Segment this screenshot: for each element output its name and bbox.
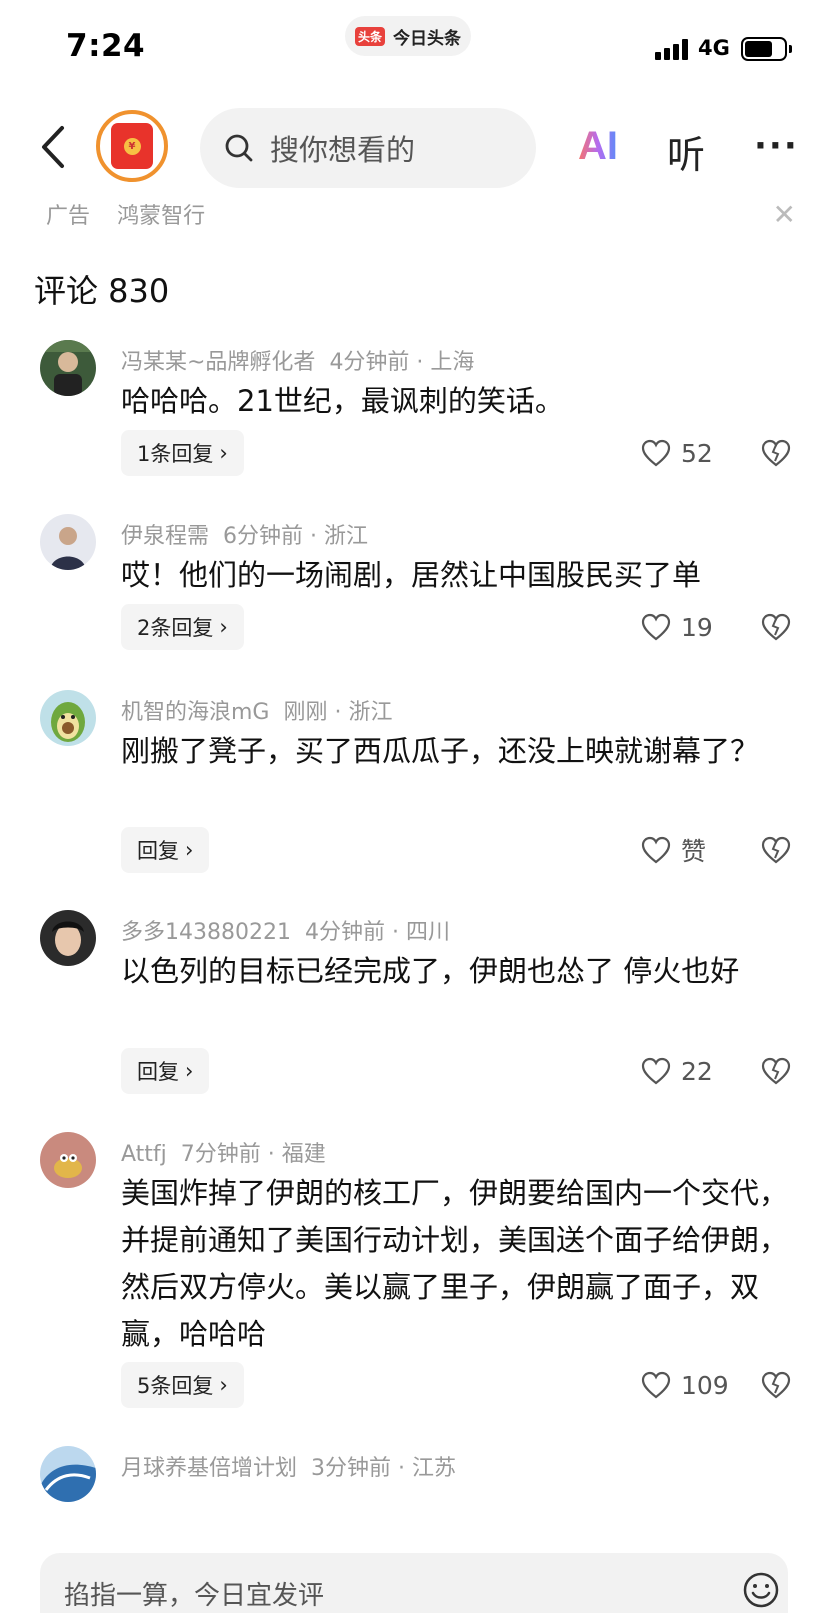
- app-name: 今日头条: [393, 28, 461, 49]
- broken-heart-icon: [761, 1057, 791, 1085]
- search-icon: [225, 134, 253, 162]
- chevron-left-icon: [42, 126, 64, 168]
- like-button[interactable]: 22: [641, 1048, 713, 1094]
- comment-username[interactable]: 伊泉程需: [121, 524, 209, 549]
- comment-meta: Attfj 7分钟前 · 福建: [121, 1136, 326, 1168]
- reply-label: 1条回复: [137, 442, 214, 466]
- comment-text: 以色列的目标已经完成了，伊朗也怂了 停火也好: [121, 954, 740, 988]
- view-replies-button[interactable]: 5条回复 ›: [121, 1362, 244, 1408]
- comments-count-title: 评论 830: [34, 272, 170, 310]
- chevron-right-icon: ›: [219, 1373, 228, 1397]
- heart-icon: [641, 1057, 671, 1085]
- like-button[interactable]: 19: [641, 604, 713, 650]
- avatar[interactable]: [40, 1446, 96, 1502]
- heart-icon: [641, 439, 671, 467]
- broken-heart-icon: [761, 1371, 791, 1399]
- dislike-button[interactable]: [761, 430, 791, 476]
- top-navigation: ¥ 搜你想看的 AI 听 ···: [0, 100, 828, 196]
- emoji-icon[interactable]: [742, 1571, 780, 1609]
- like-count: 19: [681, 612, 713, 642]
- comment-meta: 冯某某~品牌孵化者 4分钟前 · 上海: [121, 344, 474, 376]
- dislike-button[interactable]: [761, 1362, 791, 1408]
- avatar[interactable]: [40, 1132, 96, 1188]
- ad-advertiser: 鸿蒙智行: [117, 204, 206, 229]
- reply-label: 回复: [137, 1060, 179, 1084]
- comment-time-location: 7分钟前 · 福建: [180, 1142, 326, 1167]
- comment-username[interactable]: 月球养基倍增计划: [121, 1456, 297, 1481]
- view-replies-button[interactable]: 2条回复 ›: [121, 604, 244, 650]
- heart-icon: [641, 613, 671, 641]
- ad-close-icon[interactable]: ✕: [773, 198, 796, 231]
- heart-icon: [641, 836, 671, 864]
- back-button[interactable]: [34, 122, 74, 172]
- reply-label: 5条回复: [137, 1374, 214, 1398]
- avatar[interactable]: [40, 910, 96, 966]
- comment-text: 美国炸掉了伊朗的核工厂，伊朗要给国内一个交代，并提前通知了美国行动计划，美国送个…: [121, 1176, 789, 1351]
- chevron-right-icon: ›: [219, 441, 228, 465]
- broken-heart-icon: [761, 439, 791, 467]
- red-packet-button[interactable]: ¥: [96, 110, 168, 182]
- ad-banner[interactable]: 广告 鸿蒙智行 ✕: [46, 198, 796, 234]
- ad-label: 广告: [46, 204, 91, 229]
- like-button[interactable]: 109: [641, 1362, 729, 1408]
- search-placeholder: 搜你想看的: [270, 133, 416, 167]
- avatar[interactable]: [40, 514, 96, 570]
- status-bar: 7:24 头条 今日头条 4G: [0, 0, 828, 96]
- toutiao-logo-icon: 头条: [354, 26, 385, 46]
- heart-icon: [641, 1371, 671, 1399]
- ai-button[interactable]: AI: [578, 124, 618, 169]
- red-envelope-icon: ¥: [111, 123, 153, 169]
- network-type: 4G: [698, 36, 730, 60]
- view-replies-button[interactable]: 1条回复 ›: [121, 430, 244, 476]
- comment-time-location: 4分钟前 · 四川: [304, 920, 450, 945]
- comment-username[interactable]: 多多143880221: [121, 920, 291, 945]
- dislike-button[interactable]: [761, 604, 791, 650]
- chevron-right-icon: ›: [219, 615, 228, 639]
- comment-time-location: 4分钟前 · 上海: [329, 350, 475, 375]
- broken-heart-icon: [761, 613, 791, 641]
- comment-text: 刚搬了凳子，买了西瓜瓜子，还没上映就谢幕了？: [121, 734, 760, 768]
- reply-button[interactable]: 回复 ›: [121, 827, 210, 873]
- comment-time-location: 3分钟前 · 江苏: [311, 1456, 456, 1481]
- comment-time-location: 6分钟前 · 浙江: [223, 524, 368, 549]
- search-bar[interactable]: 搜你想看的: [200, 108, 536, 188]
- like-button[interactable]: 赞: [641, 827, 706, 873]
- avatar[interactable]: [40, 340, 96, 396]
- comment-meta: 月球养基倍增计划 3分钟前 · 江苏: [121, 1450, 456, 1482]
- comment-username[interactable]: Attfj: [121, 1142, 167, 1167]
- avatar[interactable]: [40, 690, 96, 746]
- more-options-button[interactable]: ···: [754, 126, 799, 166]
- comment-username[interactable]: 机智的海浪mG: [121, 700, 269, 725]
- reply-button[interactable]: 回复 ›: [121, 1048, 210, 1094]
- comment-item: 月球养基倍增计划 3分钟前 · 江苏: [0, 1446, 828, 1534]
- chevron-right-icon: ›: [185, 1059, 194, 1083]
- listen-button[interactable]: 听: [667, 124, 705, 179]
- cellular-signal-icon: [655, 38, 688, 60]
- like-count: 22: [681, 1056, 713, 1086]
- like-count: 52: [681, 438, 713, 468]
- like-count: 赞: [681, 837, 707, 866]
- chevron-right-icon: ›: [185, 838, 194, 862]
- dislike-button[interactable]: [761, 1048, 791, 1094]
- dislike-button[interactable]: [761, 827, 791, 873]
- comment-input-placeholder: 掐指一算，今日宜发评: [64, 1581, 325, 1611]
- app-indicator-pill[interactable]: 头条 今日头条: [345, 16, 471, 56]
- comment-text: 哎！他们的一场闹剧，居然让中国股民买了单: [121, 558, 702, 592]
- broken-heart-icon: [761, 836, 791, 864]
- reply-label: 回复: [137, 839, 179, 863]
- comment-input-bar: 掐指一算，今日宜发评: [0, 1540, 828, 1613]
- comment-text: 哈哈哈。21世纪，最讽刺的笑话。: [121, 384, 564, 418]
- like-button[interactable]: 52: [641, 430, 713, 476]
- reply-label: 2条回复: [137, 616, 214, 640]
- status-time: 7:24: [66, 28, 146, 64]
- comment-meta: 伊泉程需 6分钟前 · 浙江: [121, 518, 368, 550]
- comment-meta: 多多143880221 4分钟前 · 四川: [121, 914, 450, 946]
- comment-username[interactable]: 冯某某~品牌孵化者: [121, 350, 315, 375]
- comment-time-location: 刚刚 · 浙江: [283, 700, 393, 725]
- comment-input[interactable]: 掐指一算，今日宜发评: [40, 1553, 788, 1613]
- comment-meta: 机智的海浪mG 刚刚 · 浙江: [121, 694, 392, 726]
- like-count: 109: [681, 1370, 729, 1400]
- battery-icon: [741, 37, 792, 61]
